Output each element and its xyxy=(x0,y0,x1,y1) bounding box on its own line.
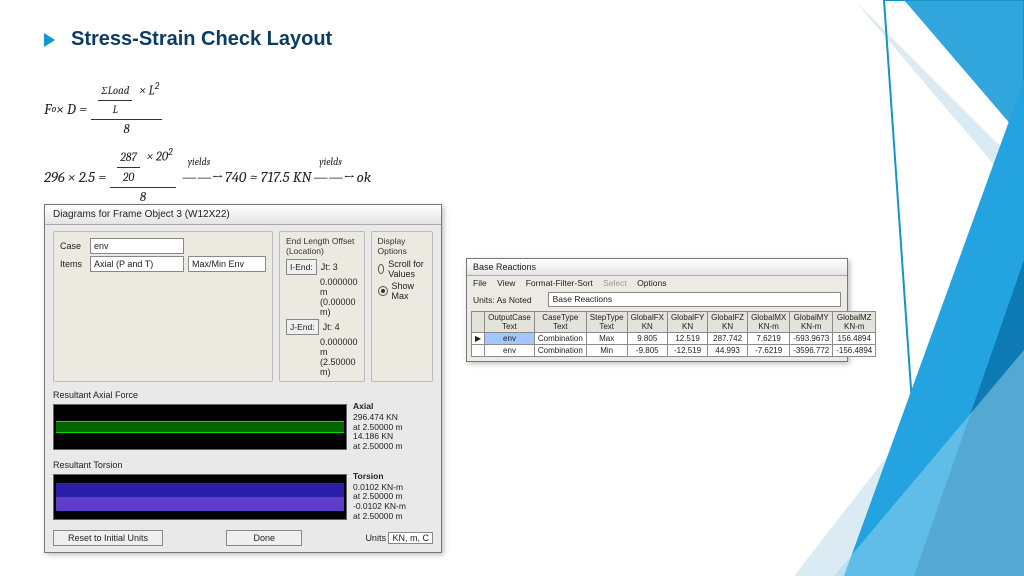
reactions-table: OutputCase Text CaseType Text StepType T… xyxy=(471,311,876,357)
jend-button[interactable]: J-End: xyxy=(286,319,319,335)
menu-select: Select xyxy=(603,278,627,288)
cell[interactable]: 287.742 xyxy=(708,333,748,345)
iend-button[interactable]: I-End: xyxy=(286,259,317,275)
th-9: GlobalMZ KN-m xyxy=(833,312,876,333)
th-2: CaseType Text xyxy=(534,312,586,333)
offset-title: End Length Offset (Location) xyxy=(286,236,358,256)
equation-block: Fo × D = ΣLoadL × L2 8 296 × 2.5 = 28720… xyxy=(44,78,371,209)
axial-v4: at 2.50000 m xyxy=(353,442,433,452)
reactions-title: Base Reactions xyxy=(467,259,847,276)
cell[interactable]: Max xyxy=(586,333,627,345)
torsion-plot xyxy=(53,474,347,520)
cell[interactable]: -9.805 xyxy=(627,345,667,357)
cell[interactable]: -7.6219 xyxy=(748,345,790,357)
cell[interactable]: env xyxy=(485,333,535,345)
menu-options[interactable]: Options xyxy=(637,278,666,288)
jend-jt: Jt: 4 xyxy=(323,322,340,332)
row-cursor xyxy=(472,345,485,357)
window-title: Diagrams for Frame Object 3 (W12X22) xyxy=(45,205,441,225)
iend-v2: (0.00000 m) xyxy=(320,297,358,317)
case-group: Caseenv Items Axial (P and T)Max/Min Env xyxy=(53,231,273,382)
axial-title: Resultant Axial Force xyxy=(53,390,433,400)
scroll-label: Scroll for Values xyxy=(388,259,426,279)
reactions-menu: File View Format-Filter-Sort Select Opti… xyxy=(467,276,847,290)
display-group: Display Options Scroll for Values Show M… xyxy=(371,231,433,382)
menu-format[interactable]: Format-Filter-Sort xyxy=(526,278,593,288)
items-dropdown[interactable]: Axial (P and T) xyxy=(90,256,184,272)
cell[interactable]: -12.519 xyxy=(667,345,707,357)
axial-head: Axial xyxy=(353,402,433,412)
table-row[interactable]: ▶ env Combination Max 9.805 12.519 287.7… xyxy=(472,333,876,345)
done-button[interactable]: Done xyxy=(226,530,302,546)
cell[interactable]: env xyxy=(485,345,535,357)
scroll-radio[interactable] xyxy=(378,264,385,274)
cell[interactable]: Min xyxy=(586,345,627,357)
iend-jt: Jt: 3 xyxy=(321,262,338,272)
slide-title: Stress-Strain Check Layout xyxy=(71,28,332,51)
th-4: GlobalFX KN xyxy=(627,312,667,333)
units-noted: Units: As Noted xyxy=(473,295,532,305)
bullet-icon xyxy=(44,33,55,47)
cell[interactable]: 12.519 xyxy=(667,333,707,345)
diagrams-window: Diagrams for Frame Object 3 (W12X22) Cas… xyxy=(44,204,442,553)
jend-v2: (2.50000 m) xyxy=(320,357,358,377)
reset-button[interactable]: Reset to Initial Units xyxy=(53,530,163,546)
th-0 xyxy=(472,312,485,333)
table-select[interactable]: Base Reactions xyxy=(548,292,841,307)
mode-dropdown[interactable]: Max/Min Env xyxy=(188,256,266,272)
case-dropdown[interactable]: env xyxy=(90,238,184,254)
torsion-title: Resultant Torsion xyxy=(53,460,433,470)
cell[interactable]: -593.9673 xyxy=(790,333,833,345)
cell[interactable]: Combination xyxy=(534,345,586,357)
menu-view[interactable]: View xyxy=(497,278,515,288)
cell[interactable]: 7.6219 xyxy=(748,333,790,345)
row-cursor: ▶ xyxy=(472,333,485,345)
torsion-head: Torsion xyxy=(353,472,433,482)
cell[interactable]: 9.805 xyxy=(627,333,667,345)
axial-plot xyxy=(53,404,347,450)
display-title: Display Options xyxy=(378,236,426,256)
showmax-radio[interactable] xyxy=(378,286,388,296)
cell[interactable]: Combination xyxy=(534,333,586,345)
th-7: GlobalMX KN-m xyxy=(748,312,790,333)
offset-group: End Length Offset (Location) I-End: Jt: 3… xyxy=(279,231,365,382)
reactions-window: Base Reactions File View Format-Filter-S… xyxy=(466,258,848,362)
table-header-row: OutputCase Text CaseType Text StepType T… xyxy=(472,312,876,333)
jend-v1: 0.000000 m xyxy=(320,337,358,357)
table-row[interactable]: env Combination Min -9.805 -12.519 44.99… xyxy=(472,345,876,357)
torsion-v4: at 2.50000 m xyxy=(353,512,433,522)
iend-v1: 0.000000 m xyxy=(320,277,358,297)
cell[interactable]: 44.993 xyxy=(708,345,748,357)
items-label: Items xyxy=(60,259,86,269)
th-3: StepType Text xyxy=(586,312,627,333)
th-5: GlobalFY KN xyxy=(667,312,707,333)
showmax-label: Show Max xyxy=(392,281,426,301)
th-1: OutputCase Text xyxy=(485,312,535,333)
cell[interactable]: -3596.772 xyxy=(790,345,833,357)
cell[interactable]: -156.4894 xyxy=(833,345,876,357)
cell[interactable]: 156.4894 xyxy=(833,333,876,345)
th-8: GlobalMY KN-m xyxy=(790,312,833,333)
menu-file[interactable]: File xyxy=(473,278,487,288)
th-6: GlobalFZ KN xyxy=(708,312,748,333)
case-label: Case xyxy=(60,241,86,251)
units-label: Units xyxy=(365,533,386,543)
units-dropdown[interactable]: KN, m, C xyxy=(388,532,433,544)
